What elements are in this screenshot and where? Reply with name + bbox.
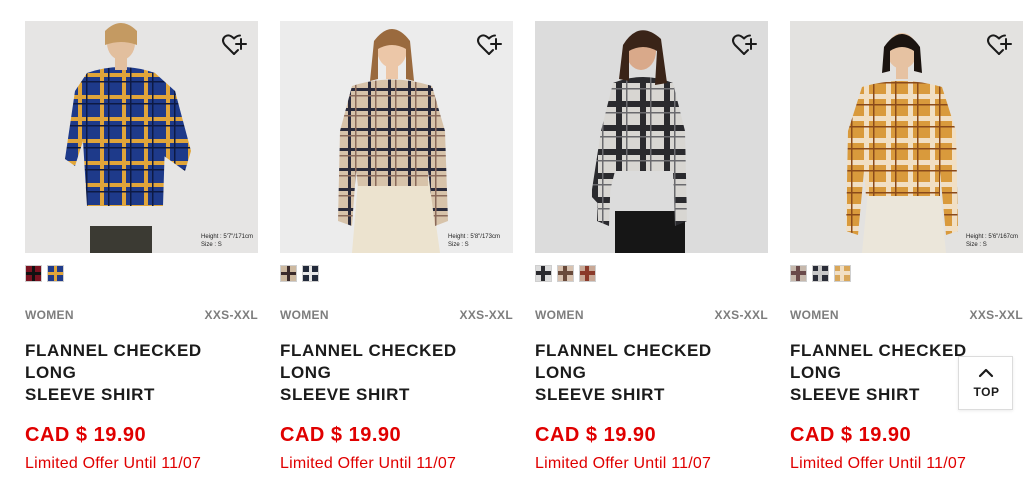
size-range: XXS-XXL <box>714 308 768 322</box>
size-range: XXS-XXL <box>204 308 258 322</box>
product-grid: Height : 5'7"/171cm Size : S WOMEN XXS-X… <box>0 0 1024 484</box>
product-price: CAD $ 19.90 <box>25 424 147 446</box>
model-height: Height : 5'6"/167cm <box>966 234 1018 240</box>
product-name[interactable]: FLANNEL CHECKED LONG SLEEVE SHIRT <box>535 340 768 406</box>
color-swatch[interactable] <box>47 265 64 282</box>
product-price: CAD $ 19.90 <box>280 424 402 446</box>
product-category: WOMEN <box>280 308 329 322</box>
limited-offer: Limited Offer Until 11/07 <box>535 455 712 472</box>
product-name[interactable]: FLANNEL CHECKED LONG SLEEVE SHIRT <box>25 340 258 406</box>
model-size: Size : S <box>448 242 469 248</box>
product-name[interactable]: FLANNEL CHECKED LONG SLEEVE SHIRT <box>280 340 513 406</box>
model-info: Height : 5'8"/173cm Size : S <box>448 233 500 249</box>
product-card: WOMEN XXS-XXL FLANNEL CHECKED LONG SLEEV… <box>535 21 768 481</box>
size-range: XXS-XXL <box>459 308 513 322</box>
color-swatches <box>280 265 319 282</box>
product-image[interactable]: Height : 5'8"/173cm Size : S <box>280 21 513 253</box>
color-swatch[interactable] <box>25 265 42 282</box>
product-image[interactable] <box>535 21 768 253</box>
color-swatches <box>535 265 596 282</box>
color-swatch[interactable] <box>557 265 574 282</box>
product-name-line2: SLEEVE SHIRT <box>280 385 411 404</box>
size-range: XXS-XXL <box>969 308 1023 322</box>
model-size: Size : S <box>966 242 987 248</box>
product-name-line2: SLEEVE SHIRT <box>25 385 156 404</box>
model-height: Height : 5'7"/171cm <box>201 234 253 240</box>
limited-offer: Limited Offer Until 11/07 <box>790 455 967 472</box>
back-to-top-label: TOP <box>973 385 1000 399</box>
color-swatch[interactable] <box>790 265 807 282</box>
model-height: Height : 5'8"/173cm <box>448 234 500 240</box>
product-meta: WOMEN XXS-XXL <box>790 308 1023 322</box>
color-swatches <box>790 265 851 282</box>
product-image[interactable]: Height : 5'7"/171cm Size : S <box>25 21 258 253</box>
model-info: Height : 5'6"/167cm Size : S <box>966 233 1018 249</box>
color-swatch[interactable] <box>579 265 596 282</box>
model-info: Height : 5'7"/171cm Size : S <box>201 233 253 249</box>
product-card: Height : 5'8"/173cm Size : S WOMEN XXS-X… <box>280 21 513 481</box>
product-image[interactable]: Height : 5'6"/167cm Size : S <box>790 21 1023 253</box>
product-category: WOMEN <box>25 308 74 322</box>
heart-plus-icon[interactable] <box>220 31 248 59</box>
model-size: Size : S <box>201 242 222 248</box>
heart-plus-icon[interactable] <box>730 31 758 59</box>
product-meta: WOMEN XXS-XXL <box>25 308 258 322</box>
color-swatch[interactable] <box>302 265 319 282</box>
limited-offer: Limited Offer Until 11/07 <box>280 455 457 472</box>
product-name-line1: FLANNEL CHECKED LONG <box>535 341 712 382</box>
product-card: Height : 5'6"/167cm Size : S WOMEN XXS-X… <box>790 21 1023 481</box>
product-name-line1: FLANNEL CHECKED LONG <box>280 341 457 382</box>
chevron-up-icon <box>978 368 994 378</box>
heart-plus-icon[interactable] <box>475 31 503 59</box>
color-swatch[interactable] <box>812 265 829 282</box>
product-price: CAD $ 19.90 <box>790 424 912 446</box>
product-name-line1: FLANNEL CHECKED LONG <box>25 341 202 382</box>
product-card: Height : 5'7"/171cm Size : S WOMEN XXS-X… <box>25 21 258 481</box>
color-swatch[interactable] <box>834 265 851 282</box>
back-to-top-button[interactable]: TOP <box>958 356 1013 410</box>
color-swatch[interactable] <box>280 265 297 282</box>
product-category: WOMEN <box>790 308 839 322</box>
color-swatch[interactable] <box>535 265 552 282</box>
product-price: CAD $ 19.90 <box>535 424 657 446</box>
color-swatches <box>25 265 64 282</box>
limited-offer: Limited Offer Until 11/07 <box>25 455 202 472</box>
product-meta: WOMEN XXS-XXL <box>535 308 768 322</box>
product-name-line2: SLEEVE SHIRT <box>535 385 666 404</box>
product-meta: WOMEN XXS-XXL <box>280 308 513 322</box>
product-category: WOMEN <box>535 308 584 322</box>
heart-plus-icon[interactable] <box>985 31 1013 59</box>
